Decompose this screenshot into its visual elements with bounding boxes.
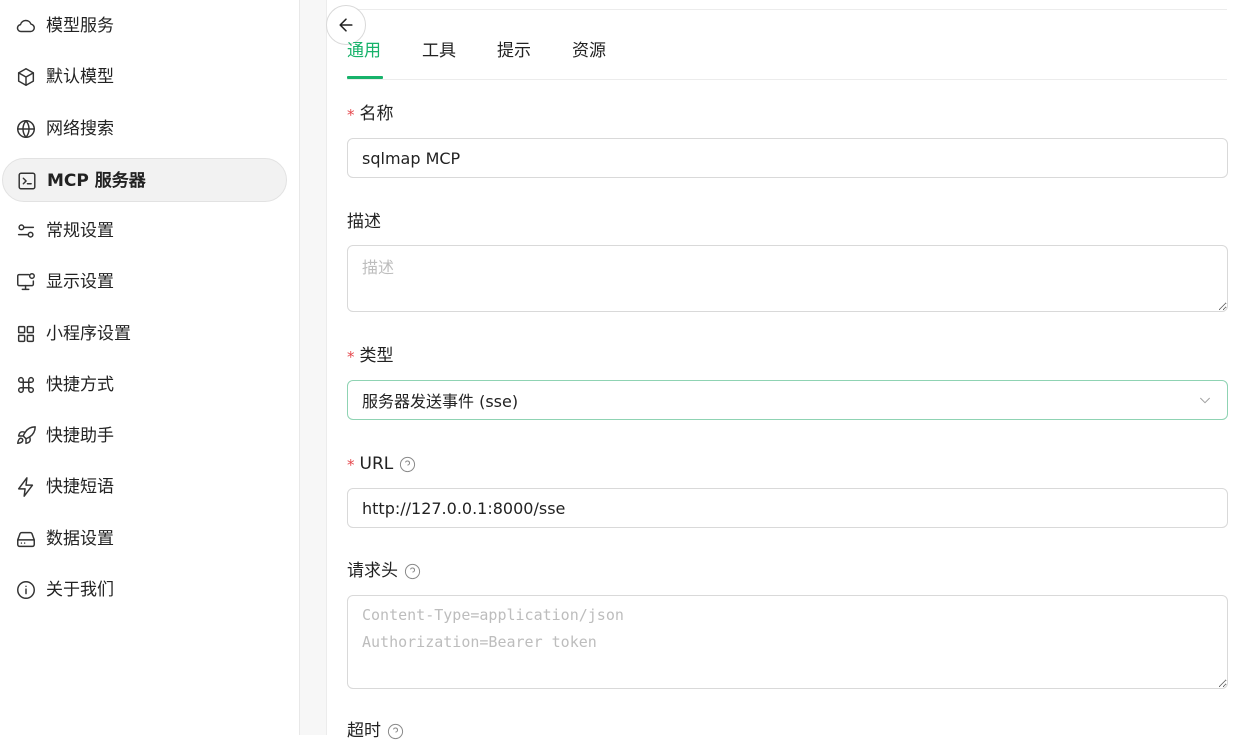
header-divider [357,9,1227,10]
sidebar-item-label: 默认模型 [46,67,114,87]
sidebar-item-general-settings[interactable]: 常规设置 [2,209,287,253]
sidebar-item-label: 快捷方式 [46,375,114,395]
chevron-down-icon [1199,397,1211,404]
sidebar-item-model-service[interactable]: 模型服务 [2,4,287,48]
sidebar-item-label: 关于我们 [46,580,114,600]
rocket-icon [15,425,37,447]
sidebar-item-web-search[interactable]: 网络搜索 [2,107,287,151]
sidebar-item-label: 快捷助手 [46,426,114,446]
name-field-label: * 名称 [347,104,394,124]
required-mark: * [347,348,355,366]
panel-gutter [300,0,326,735]
hard-drive-icon [15,528,37,550]
settings-tabs: 通用 工具 提示 资源 [347,38,1227,80]
sidebar-item-quick-assistant[interactable]: 快捷助手 [2,414,287,458]
arrow-left-icon [339,18,353,32]
headers-field-label: 请求头 [347,560,421,582]
sidebar-item-label: 小程序设置 [46,324,131,344]
timeout-field-label: 超时 [347,720,404,742]
sidebar-item-shortcuts[interactable]: 快捷方式 [2,363,287,407]
description-textarea[interactable] [347,245,1228,312]
sidebar-item-quick-phrases[interactable]: 快捷短语 [2,465,287,509]
type-select[interactable]: 服务器发送事件 (sse) [347,380,1228,420]
zap-icon [15,476,37,498]
sidebar-item-display-settings[interactable]: 显示设置 [2,260,287,304]
sidebar-item-label: 显示设置 [46,272,114,292]
settings-sliders-icon [15,220,37,242]
type-select-value: 服务器发送事件 (sse) [362,392,519,411]
tab-resources[interactable]: 资源 [572,40,606,62]
question-circle-icon[interactable] [404,563,421,580]
command-icon [15,374,37,396]
sidebar-item-about[interactable]: 关于我们 [2,568,287,612]
sidebar-item-label: 网络搜索 [46,119,114,139]
cloud-icon [15,15,37,37]
tab-tools[interactable]: 工具 [422,40,456,62]
sidebar-item-miniapp-settings[interactable]: 小程序设置 [2,312,287,356]
sidebar-item-label: 数据设置 [46,529,114,549]
headers-textarea[interactable] [347,595,1228,689]
cube-icon [15,66,37,88]
tab-general[interactable]: 通用 [347,40,381,62]
info-icon [15,579,37,601]
sidebar-item-label: 快捷短语 [46,477,114,497]
url-input[interactable] [347,488,1228,528]
active-tab-indicator [347,76,383,79]
question-circle-icon[interactable] [387,723,404,740]
type-field-label: * 类型 [347,346,394,366]
monitor-icon [15,271,37,293]
tab-prompts[interactable]: 提示 [497,40,531,62]
required-mark: * [347,106,355,124]
url-field-label: * URL [347,453,416,475]
globe-icon [15,118,37,140]
sidebar-item-mcp-servers[interactable]: MCP 服务器 [2,158,287,202]
mcp-server-settings-panel: 通用 工具 提示 资源 * 名称 描述 * 类型 服务器发送事件 (sse) *… [326,0,1250,741]
sidebar-item-data-settings[interactable]: 数据设置 [2,517,287,561]
question-circle-icon[interactable] [399,456,416,473]
sidebar-item-default-model[interactable]: 默认模型 [2,55,287,99]
name-input[interactable] [347,138,1228,178]
settings-sidebar: 模型服务 默认模型 网络搜索 MCP 服务器 常规设置 显示设置 小程序设置 快… [0,0,300,735]
required-mark: * [347,456,355,474]
sidebar-item-label: MCP 服务器 [47,171,146,191]
description-field-label: 描述 [347,212,381,232]
terminal-icon [16,170,38,192]
grid-icon [15,323,37,345]
sidebar-item-label: 模型服务 [46,16,114,36]
sidebar-item-label: 常规设置 [46,221,114,241]
